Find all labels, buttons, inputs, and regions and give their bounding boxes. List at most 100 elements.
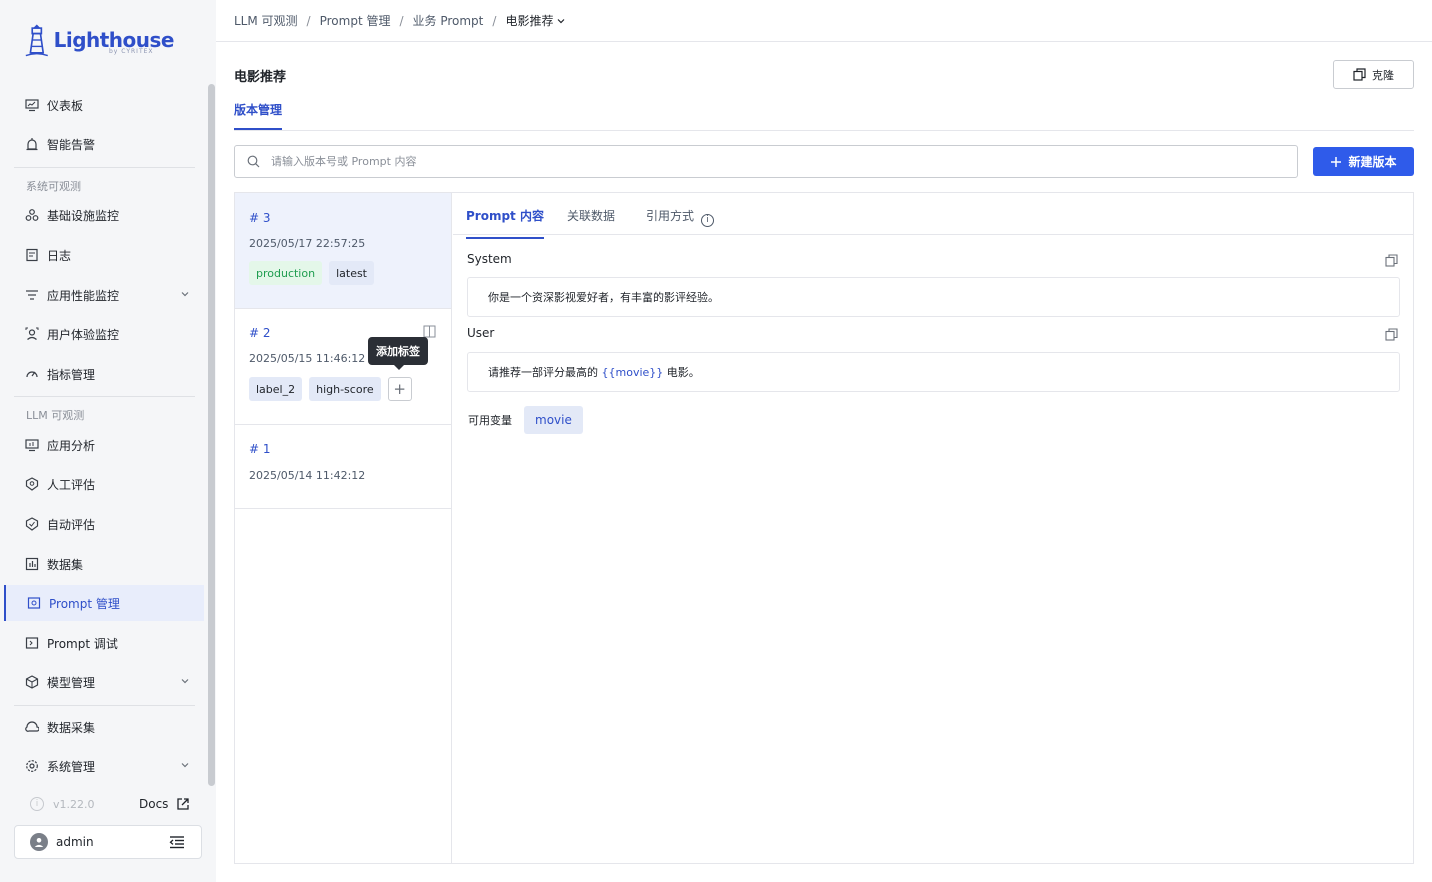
chevron-down-icon (558, 18, 565, 23)
sidebar-item-prompt-manage[interactable]: Prompt 管理 (4, 585, 204, 621)
group-label-system: 系统可观测 (26, 180, 81, 193)
version-panel: # 3 2025/05/17 22:57:25 production lates… (234, 192, 1414, 864)
prompt-manage-icon (27, 596, 41, 610)
collapse-sidebar-icon[interactable] (169, 835, 185, 849)
user-menu[interactable]: admin (14, 825, 202, 859)
tab-prompt-content[interactable]: Prompt 内容 (466, 207, 544, 239)
sidebar: Lighthouse by CYRITEX 仪表板 智能告警 系统可观测 基础设… (0, 0, 216, 882)
sidebar-item-label: 系统管理 (47, 759, 96, 774)
sidebar-item-label: Prompt 管理 (49, 596, 120, 611)
plus-icon (1331, 156, 1342, 167)
page-title: 电影推荐 (234, 70, 287, 85)
user-experience-icon (25, 327, 39, 341)
breadcrumb-current[interactable]: 电影推荐 (505, 12, 566, 29)
model-icon (25, 675, 39, 689)
sidebar-item-settings[interactable]: 系统管理 (14, 748, 202, 784)
tag-latest[interactable]: latest (329, 261, 374, 285)
tag-label-2[interactable]: label_2 (249, 377, 303, 401)
sidebar-item-dataset[interactable]: 数据集 (14, 546, 202, 582)
divider (14, 396, 195, 397)
auto-eval-icon (25, 517, 39, 531)
divider (234, 130, 1414, 131)
sidebar-item-manual-eval[interactable]: 人工评估 (14, 466, 202, 502)
version-number: # 2 (249, 326, 271, 340)
version-number: # 1 (249, 442, 271, 456)
sidebar-item-label: 应用性能监控 (47, 288, 120, 303)
copy-icon[interactable] (1385, 254, 1398, 267)
user-text-before: 请推荐一部评分最高的 (488, 366, 602, 379)
sidebar-item-user-experience[interactable]: 用户体验监控 (14, 316, 202, 352)
sidebar-item-apm[interactable]: 应用性能监控 (14, 277, 202, 313)
metrics-icon (25, 367, 39, 381)
sidebar-item-label: 日志 (47, 248, 72, 263)
docs-label: Docs (139, 797, 169, 811)
add-tag-button[interactable]: + (387, 377, 412, 401)
sidebar-item-label: 人工评估 (47, 477, 96, 492)
clone-label: 克隆 (1372, 68, 1394, 82)
detail-tabs: Prompt 内容 关联数据 引用方式 i (453, 193, 1413, 239)
tag-high-score[interactable]: high-score (309, 377, 381, 401)
sidebar-item-label: 数据采集 (47, 720, 96, 735)
docs-link[interactable]: Docs (139, 797, 190, 811)
divider (14, 167, 195, 168)
sidebar-item-prompt-debug[interactable]: Prompt 调试 (14, 625, 202, 661)
breadcrumb-current-label: 电影推荐 (505, 14, 554, 28)
sidebar-item-model[interactable]: 模型管理 (14, 664, 202, 700)
breadcrumb-item[interactable]: LLM 可观测 (234, 12, 298, 29)
user-message[interactable]: 请推荐一部评分最高的 {{movie}} 电影。 (467, 352, 1400, 392)
search-input[interactable] (271, 155, 1171, 168)
version-item[interactable]: # 1 2025/05/14 11:42:12 (235, 425, 451, 509)
info-icon: i (30, 797, 44, 811)
clone-button[interactable]: 克隆 (1333, 60, 1414, 89)
version-date: 2025/05/14 11:42:12 (249, 469, 366, 482)
info-icon[interactable]: i (701, 213, 715, 227)
sidebar-item-alerts[interactable]: 智能告警 (14, 126, 202, 162)
breadcrumb-item[interactable]: Prompt 管理 (320, 12, 391, 29)
sidebar-item-infrastructure[interactable]: 基础设施监控 (14, 197, 202, 233)
search-box[interactable] (234, 145, 1298, 178)
group-label-llm: LLM 可观测 (26, 409, 85, 422)
sidebar-scrollbar[interactable] (208, 84, 215, 786)
sidebar-item-auto-eval[interactable]: 自动评估 (14, 506, 202, 542)
system-message[interactable]: 你是一个资深影视爱好者，有丰富的影评经验。 (467, 277, 1400, 317)
compare-icon[interactable] (423, 325, 436, 338)
search-icon (247, 155, 260, 168)
new-version-button[interactable]: 新建版本 (1313, 147, 1414, 176)
version-item[interactable]: # 3 2025/05/17 22:57:25 production lates… (235, 193, 451, 309)
variable-chip[interactable]: movie (524, 406, 583, 434)
sidebar-item-label: Prompt 调试 (47, 636, 118, 651)
version-date: 2025/05/17 22:57:25 (249, 237, 366, 250)
sidebar-item-label: 智能告警 (47, 137, 96, 152)
sidebar-item-label: 仪表板 (47, 98, 84, 113)
version-item[interactable]: # 2 2025/05/15 11:46:12 label_2 high-sco… (235, 309, 451, 425)
system-text: 你是一个资深影视爱好者，有丰富的影评经验。 (488, 291, 719, 304)
user-label: User (467, 326, 495, 340)
sidebar-item-label: 应用分析 (47, 438, 96, 453)
chevron-down-icon (181, 679, 189, 684)
breadcrumb-item[interactable]: 业务 Prompt (413, 12, 484, 29)
collect-icon (25, 720, 39, 734)
tab-version-manage[interactable]: 版本管理 (234, 101, 283, 130)
system-label: System (467, 252, 512, 266)
app-analysis-icon (25, 438, 39, 452)
chevron-down-icon (181, 292, 189, 297)
tag-list: production latest (249, 261, 374, 285)
prompt-debug-icon (25, 636, 39, 650)
settings-icon (25, 759, 39, 773)
brand-sub: by CYRITEX (109, 48, 154, 55)
sidebar-item-metrics[interactable]: 指标管理 (14, 356, 202, 392)
sidebar-item-logs[interactable]: 日志 (14, 237, 202, 273)
sidebar-item-dashboard[interactable]: 仪表板 (14, 87, 202, 123)
external-link-icon (177, 798, 190, 810)
log-icon (25, 248, 39, 262)
add-tag-tooltip: 添加标签 (368, 337, 428, 370)
sidebar-item-label: 模型管理 (47, 675, 96, 690)
tab-related-data[interactable]: 关联数据 (567, 207, 615, 224)
tab-reference[interactable]: 引用方式 i (646, 207, 715, 227)
sidebar-item-collect[interactable]: 数据采集 (14, 709, 202, 745)
lighthouse-logo[interactable]: Lighthouse by CYRITEX (24, 20, 175, 60)
copy-icon[interactable] (1385, 328, 1398, 341)
sidebar-item-app-analysis[interactable]: 应用分析 (14, 427, 202, 463)
tag-production[interactable]: production (249, 261, 323, 285)
sidebar-item-label: 自动评估 (47, 517, 96, 532)
